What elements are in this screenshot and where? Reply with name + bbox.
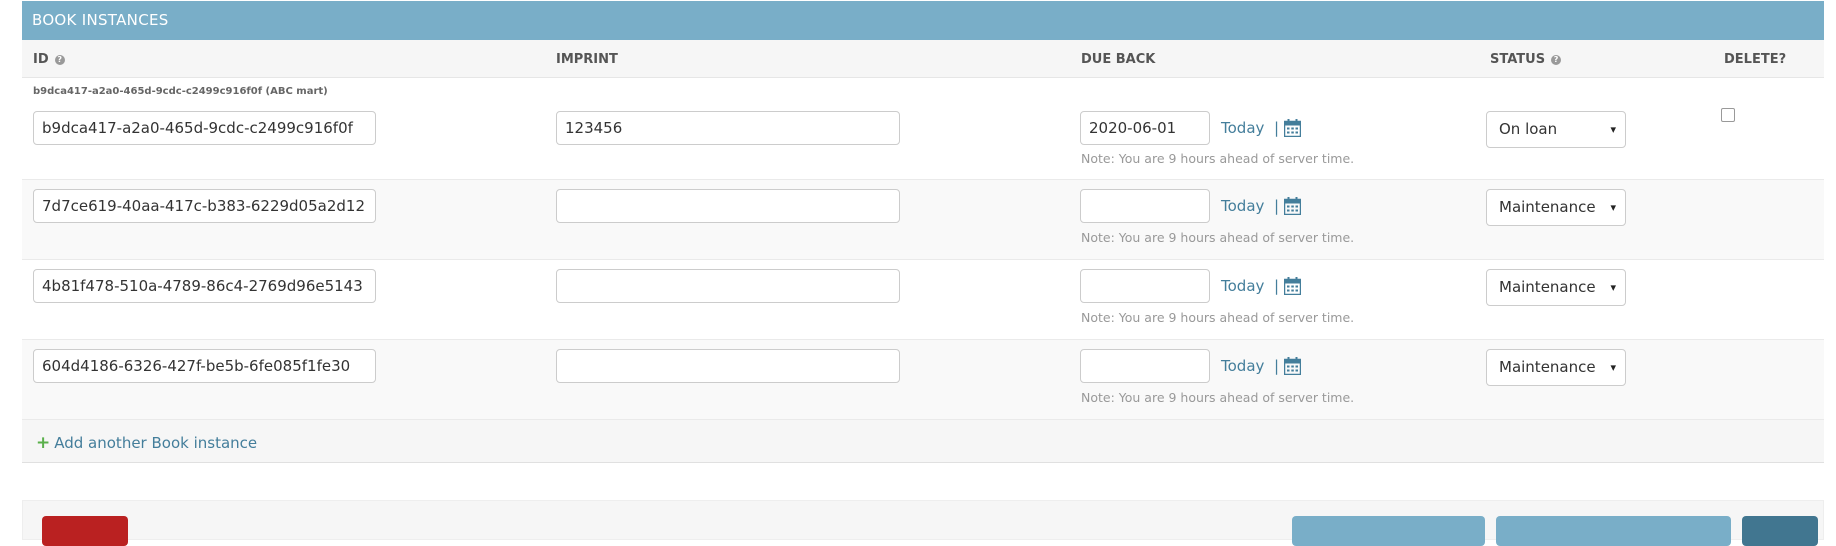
delete-checkbox[interactable] — [1721, 108, 1735, 122]
today-link[interactable]: Today — [1221, 189, 1264, 223]
today-link[interactable]: Today — [1221, 269, 1264, 303]
timezone-warning: Note: You are 9 hours ahead of server ti… — [1081, 230, 1355, 245]
due-back-input[interactable]: 2020-06-01 — [1080, 111, 1210, 145]
book-instances-inline: BOOK INSTANCES ID? IMPRINT DUE BACK STAT… — [22, 0, 1824, 463]
status-select[interactable]: Maintenance ▾ — [1486, 189, 1626, 226]
chevron-down-icon: ▾ — [1610, 201, 1616, 214]
book-instance-row: 604d4186-6326-427f-be5b-6fe085f1fe30 Tod… — [22, 340, 1824, 420]
due-back-input[interactable] — [1080, 269, 1210, 303]
save-and-continue-editing-button[interactable] — [1496, 516, 1731, 546]
status-select-value: Maintenance — [1499, 278, 1596, 296]
due-back-input[interactable] — [1080, 189, 1210, 223]
status-select[interactable]: Maintenance ▾ — [1486, 269, 1626, 306]
imprint-input[interactable] — [556, 269, 900, 303]
original-object-label: b9dca417-a2a0-465d-9cdc-c2499c916f0f (AB… — [33, 86, 328, 97]
status-select-value: On loan — [1499, 120, 1558, 138]
id-input[interactable]: b9dca417-a2a0-465d-9cdc-c2499c916f0f — [33, 111, 376, 145]
chevron-down-icon: ▾ — [1610, 281, 1616, 294]
column-header-delete: DELETE? — [1724, 52, 1787, 67]
save-button[interactable] — [1742, 516, 1818, 546]
id-input[interactable]: 4b81f478-510a-4789-86c4-2769d96e5143 — [33, 269, 376, 303]
today-link[interactable]: Today — [1221, 111, 1264, 145]
status-select[interactable]: Maintenance ▾ — [1486, 349, 1626, 386]
status-select[interactable]: On loan ▾ — [1486, 111, 1626, 148]
status-select-value: Maintenance — [1499, 198, 1596, 216]
shortcut-separator: | — [1274, 277, 1280, 295]
calendar-icon[interactable] — [1284, 197, 1301, 215]
add-another-label: Add another Book instance — [54, 434, 258, 452]
column-header-status-label: STATUS — [1490, 52, 1546, 67]
help-icon[interactable]: ? — [1551, 55, 1562, 65]
calendar-icon[interactable] — [1284, 357, 1301, 375]
imprint-input[interactable] — [556, 349, 900, 383]
submit-row — [22, 500, 1824, 546]
add-row: + Add another Book instance — [22, 420, 1824, 463]
shortcut-separator: | — [1274, 119, 1280, 137]
today-link[interactable]: Today — [1221, 349, 1264, 383]
imprint-input[interactable]: 123456 — [556, 111, 900, 145]
column-header-due-back: DUE BACK — [1081, 52, 1156, 67]
calendar-icon[interactable] — [1284, 277, 1301, 295]
calendar-icon[interactable] — [1284, 119, 1301, 137]
inline-group-title: BOOK INSTANCES — [22, 1, 1824, 40]
status-select-value: Maintenance — [1499, 358, 1596, 376]
save-and-add-another-button[interactable] — [1292, 516, 1485, 546]
book-instance-row: b9dca417-a2a0-465d-9cdc-c2499c916f0f (AB… — [22, 78, 1824, 180]
column-headers: ID? IMPRINT DUE BACK STATUS? DELETE? — [22, 40, 1824, 78]
imprint-input[interactable] — [556, 189, 900, 223]
timezone-warning: Note: You are 9 hours ahead of server ti… — [1081, 390, 1355, 405]
due-back-input[interactable] — [1080, 349, 1210, 383]
column-header-id-label: ID — [33, 52, 49, 67]
delete-button[interactable] — [42, 516, 128, 546]
help-icon[interactable]: ? — [54, 55, 65, 65]
add-another-book-instance-link[interactable]: + Add another Book instance — [36, 433, 257, 453]
column-header-status: STATUS? — [1490, 52, 1562, 67]
shortcut-separator: | — [1274, 357, 1280, 375]
timezone-warning: Note: You are 9 hours ahead of server ti… — [1081, 310, 1355, 325]
id-input[interactable]: 7d7ce619-40aa-417c-b383-6229d05a2d12 — [33, 189, 376, 223]
chevron-down-icon: ▾ — [1610, 361, 1616, 374]
plus-icon: + — [36, 433, 51, 453]
shortcut-separator: | — [1274, 197, 1280, 215]
chevron-down-icon: ▾ — [1610, 123, 1616, 136]
column-header-imprint: IMPRINT — [556, 52, 618, 67]
book-instance-row: 7d7ce619-40aa-417c-b383-6229d05a2d12 Tod… — [22, 180, 1824, 260]
column-header-id: ID? — [33, 52, 65, 67]
timezone-warning: Note: You are 9 hours ahead of server ti… — [1081, 151, 1355, 166]
id-input[interactable]: 604d4186-6326-427f-be5b-6fe085f1fe30 — [33, 349, 376, 383]
book-instance-row: 4b81f478-510a-4789-86c4-2769d96e5143 Tod… — [22, 260, 1824, 340]
